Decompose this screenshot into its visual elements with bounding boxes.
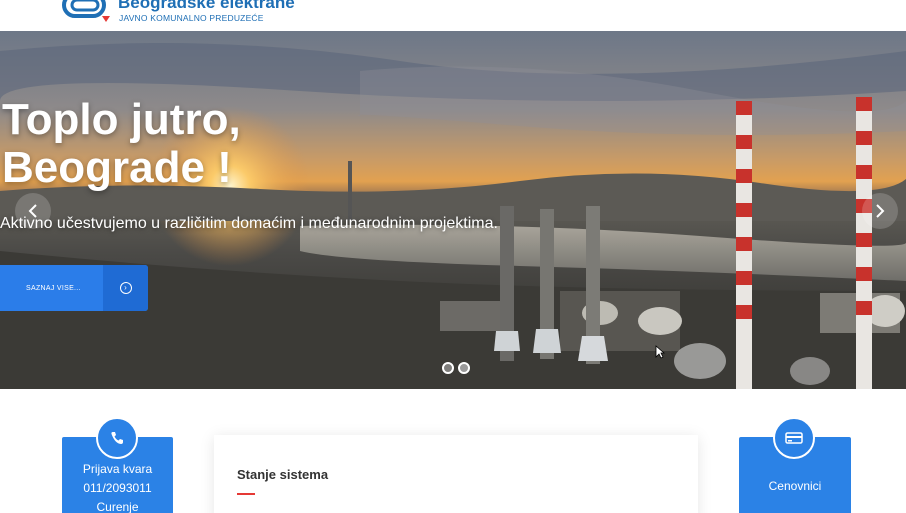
hero-subtitle: Aktivno učestvujemo u različitim domaćim… bbox=[0, 215, 498, 232]
logo-title[interactable]: Beogradske elektrane bbox=[118, 0, 295, 13]
slider-next-button[interactable] bbox=[862, 193, 898, 229]
learn-more-button[interactable]: SAZNAJ VISE... › bbox=[0, 265, 148, 311]
hero-title-line1: Toplo jutro, bbox=[2, 95, 241, 144]
info-section: Prijava kvara 011/2093011 Curenje Stanje… bbox=[0, 389, 906, 513]
mouse-cursor-icon bbox=[655, 345, 665, 359]
hero-photo bbox=[0, 43, 906, 389]
credit-card-icon bbox=[785, 432, 803, 444]
slider-dot-2[interactable] bbox=[458, 362, 470, 374]
logo-heart-icon bbox=[102, 16, 110, 22]
slider-pagination bbox=[442, 362, 470, 374]
system-status-panel: Stanje sistema bbox=[214, 435, 698, 513]
learn-more-icon-area: › bbox=[103, 265, 148, 311]
title-underline bbox=[237, 493, 255, 495]
phone-icon-badge bbox=[96, 417, 138, 459]
chevron-right-icon bbox=[876, 204, 885, 218]
site-header: Beogradske elektrane JAVNO KOMUNALNO PRE… bbox=[0, 0, 906, 31]
arrow-circle-right-icon: › bbox=[119, 282, 132, 294]
system-status-title: Stanje sistema bbox=[237, 467, 329, 482]
chevron-left-icon bbox=[28, 204, 37, 218]
fault-report-title: Prijava kvara bbox=[82, 462, 153, 476]
price-lists-label: Cenovnici bbox=[768, 479, 822, 493]
phone-icon bbox=[111, 432, 123, 444]
slider-prev-button[interactable] bbox=[15, 193, 51, 229]
hero-title: Toplo jutro, Beograde ! bbox=[2, 96, 241, 192]
fault-report-type: Curenje bbox=[96, 500, 139, 513]
hero-title-line2: Beograde ! bbox=[2, 143, 232, 192]
learn-more-label: SAZNAJ VISE... bbox=[26, 284, 81, 292]
credit-card-icon-badge bbox=[773, 417, 815, 459]
slider-dot-1[interactable] bbox=[442, 362, 454, 374]
hero-slider: Toplo jutro, Beograde ! Aktivno učestvuj… bbox=[0, 31, 906, 389]
page: Beogradske elektrane JAVNO KOMUNALNO PRE… bbox=[0, 0, 906, 513]
logo-subtitle: JAVNO KOMUNALNO PREDUZEĆE bbox=[119, 13, 264, 23]
fault-report-phone[interactable]: 011/2093011 bbox=[62, 479, 173, 498]
